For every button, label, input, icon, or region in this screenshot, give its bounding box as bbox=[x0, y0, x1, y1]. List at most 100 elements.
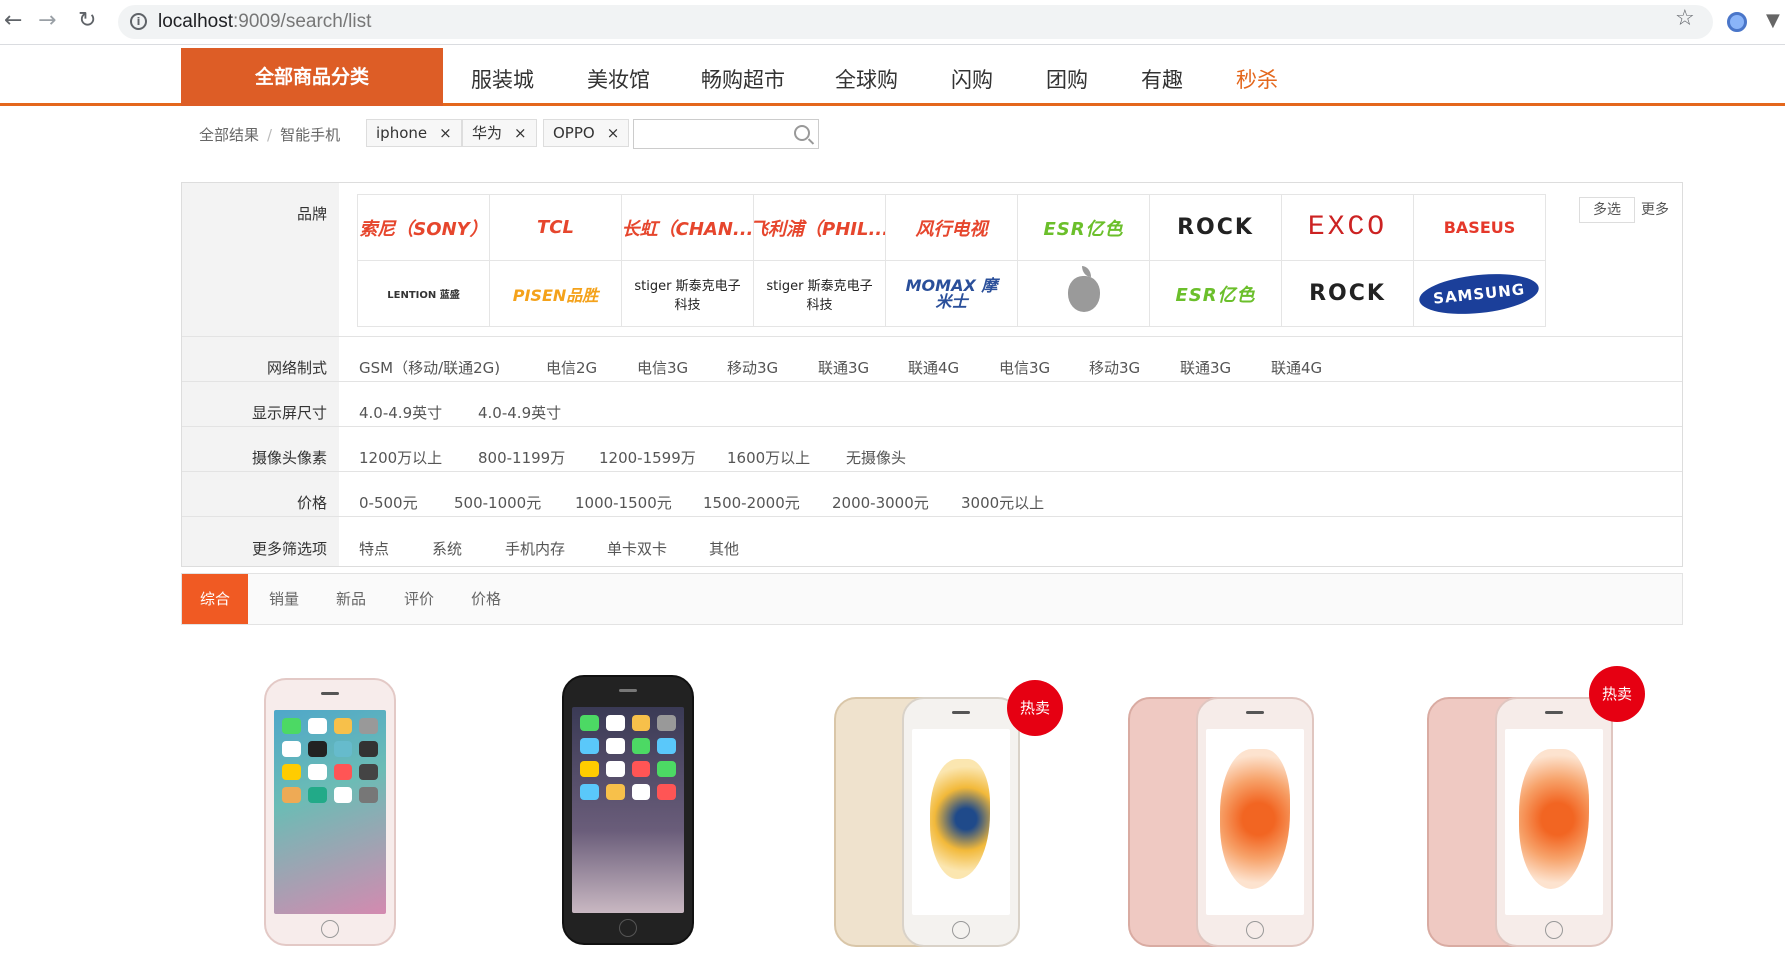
sort-new[interactable]: 新品 bbox=[336, 574, 366, 624]
more-filter-option[interactable]: 系统 bbox=[432, 538, 462, 559]
app-tile bbox=[580, 738, 599, 754]
price-option[interactable]: 1500-2000元 bbox=[703, 492, 800, 513]
breadcrumb-category[interactable]: 智能手机 bbox=[280, 126, 340, 144]
price-option[interactable]: 2000-3000元 bbox=[832, 492, 929, 513]
sort-price[interactable]: 价格 bbox=[471, 574, 501, 624]
camera-option[interactable]: 1200万以上 bbox=[359, 447, 442, 468]
phone-speaker bbox=[321, 692, 339, 695]
screen-size-option[interactable]: 4.0-4.9英寸 bbox=[359, 402, 442, 423]
network-option[interactable]: 电信2G bbox=[546, 357, 597, 378]
product-image[interactable] bbox=[1196, 697, 1314, 947]
product-image[interactable] bbox=[264, 678, 396, 946]
price-option[interactable]: 1000-1500元 bbox=[575, 492, 672, 513]
nav-item-beauty[interactable]: 美妆馆 bbox=[587, 64, 650, 94]
price-option[interactable]: 3000元以上 bbox=[961, 492, 1044, 513]
brand-stiger[interactable]: stiger 斯泰克电子科技 bbox=[621, 260, 754, 327]
brand-lention[interactable]: LENTION 蓝盛 bbox=[357, 260, 490, 327]
camera-option[interactable]: 1600万以上 bbox=[727, 447, 810, 468]
app-tile bbox=[307, 741, 327, 757]
brand-esr[interactable]: ESR亿色 bbox=[1017, 194, 1150, 261]
brand-philips[interactable]: 飞利浦（PHIL... bbox=[753, 194, 886, 261]
multi-select-button[interactable]: 多选 bbox=[1579, 197, 1635, 223]
site-info-icon[interactable]: i bbox=[130, 13, 147, 30]
brand-funtv[interactable]: 风行电视 bbox=[885, 194, 1018, 261]
brand-pisen[interactable]: PISEN品胜 bbox=[489, 260, 622, 327]
sort-rating[interactable]: 评价 bbox=[404, 574, 434, 624]
sort-sales[interactable]: 销量 bbox=[269, 574, 299, 624]
search-box bbox=[633, 119, 819, 149]
brand-rock[interactable]: ROCK bbox=[1149, 194, 1282, 261]
brand-samsung[interactable]: SAMSUNG bbox=[1413, 260, 1546, 327]
nav-item-global[interactable]: 全球购 bbox=[835, 64, 898, 94]
network-option[interactable]: 联通3G bbox=[1180, 357, 1231, 378]
more-filter-option[interactable]: 单卡双卡 bbox=[607, 538, 667, 559]
breadcrumb: 全部结果 / 智能手机 bbox=[199, 126, 341, 144]
app-grid bbox=[580, 715, 676, 800]
app-tile bbox=[631, 715, 651, 731]
brand-esr-2[interactable]: ESR亿色 bbox=[1149, 260, 1282, 327]
brand-tcl[interactable]: TCL bbox=[489, 194, 622, 261]
address-bar[interactable]: i localhost:9009/search/list bbox=[118, 5, 1713, 39]
brand-rock-2[interactable]: ROCK bbox=[1281, 260, 1414, 327]
brand-stiger-2[interactable]: stiger 斯泰克电子科技 bbox=[753, 260, 886, 327]
nav-item-fun[interactable]: 有趣 bbox=[1141, 64, 1183, 94]
nav-item-supermarket[interactable]: 畅购超市 bbox=[701, 64, 785, 94]
more-brands-link[interactable]: 更多 bbox=[1641, 199, 1669, 219]
extension-icon[interactable] bbox=[1727, 12, 1747, 32]
breadcrumb-all-results[interactable]: 全部结果 bbox=[199, 126, 259, 144]
home-button bbox=[1545, 921, 1563, 939]
brand-changhong[interactable]: 长虹（CHAN... bbox=[621, 194, 754, 261]
network-option[interactable]: 电信3G bbox=[999, 357, 1050, 378]
camera-option[interactable]: 1200-1599万 bbox=[599, 447, 696, 468]
network-option[interactable]: GSM（移动/联通2G) bbox=[359, 357, 500, 378]
app-tile bbox=[657, 715, 676, 731]
bookmark-star-icon[interactable]: ☆ bbox=[1675, 6, 1695, 31]
fish-wallpaper bbox=[930, 759, 990, 879]
search-input[interactable] bbox=[638, 121, 788, 147]
screen-size-option[interactable]: 4.0-4.9英寸 bbox=[478, 402, 561, 423]
product-image[interactable] bbox=[562, 675, 694, 945]
nav-item-flash[interactable]: 闪购 bbox=[951, 64, 993, 94]
forward-arrow-icon[interactable]: → bbox=[38, 9, 56, 33]
close-icon[interactable]: × bbox=[514, 124, 527, 142]
price-option[interactable]: 0-500元 bbox=[359, 492, 418, 513]
search-icon[interactable] bbox=[794, 125, 810, 141]
camera-option[interactable]: 无摄像头 bbox=[846, 447, 906, 468]
app-tile bbox=[580, 784, 599, 800]
app-tile bbox=[359, 787, 378, 803]
app-tile bbox=[359, 718, 378, 734]
nav-item-clothing[interactable]: 服装城 bbox=[471, 64, 534, 94]
back-arrow-icon[interactable]: ← bbox=[4, 9, 22, 33]
more-filter-option[interactable]: 其他 bbox=[709, 538, 739, 559]
brand-apple[interactable] bbox=[1017, 260, 1150, 327]
app-tile bbox=[307, 718, 327, 734]
more-filter-option[interactable]: 手机内存 bbox=[505, 538, 565, 559]
camera-option[interactable]: 800-1199万 bbox=[478, 447, 565, 468]
all-categories-button[interactable]: 全部商品分类 bbox=[181, 48, 443, 106]
product-image[interactable] bbox=[1495, 697, 1613, 947]
close-icon[interactable]: × bbox=[439, 124, 452, 142]
app-tile bbox=[307, 787, 327, 803]
network-option[interactable]: 移动3G bbox=[727, 357, 778, 378]
reload-icon[interactable]: ↻ bbox=[78, 9, 96, 33]
price-option[interactable]: 500-1000元 bbox=[454, 492, 541, 513]
row-divider bbox=[182, 471, 1682, 472]
network-option[interactable]: 移动3G bbox=[1089, 357, 1140, 378]
network-option[interactable]: 联通4G bbox=[908, 357, 959, 378]
network-option[interactable]: 联通4G bbox=[1271, 357, 1322, 378]
brand-baseus[interactable]: BASEUS bbox=[1413, 194, 1546, 261]
brand-exco[interactable]: EXCO bbox=[1281, 194, 1414, 261]
brand-momax[interactable]: MOMAX 摩米士 bbox=[885, 260, 1018, 327]
brand-sony[interactable]: 索尼（SONY） bbox=[357, 194, 490, 261]
more-filter-option[interactable]: 特点 bbox=[359, 538, 389, 559]
network-option[interactable]: 联通3G bbox=[818, 357, 869, 378]
close-icon[interactable]: × bbox=[607, 124, 620, 142]
extension-menu-icon[interactable]: ▼ bbox=[1766, 10, 1780, 31]
app-tile bbox=[282, 787, 301, 803]
url-text[interactable]: localhost:9009/search/list bbox=[158, 11, 371, 33]
nav-item-group-buy[interactable]: 团购 bbox=[1046, 64, 1088, 94]
product-image[interactable] bbox=[902, 697, 1020, 947]
nav-item-seckill[interactable]: 秒杀 bbox=[1236, 64, 1278, 94]
network-option[interactable]: 电信3G bbox=[637, 357, 688, 378]
sort-comprehensive[interactable]: 综合 bbox=[182, 574, 249, 624]
